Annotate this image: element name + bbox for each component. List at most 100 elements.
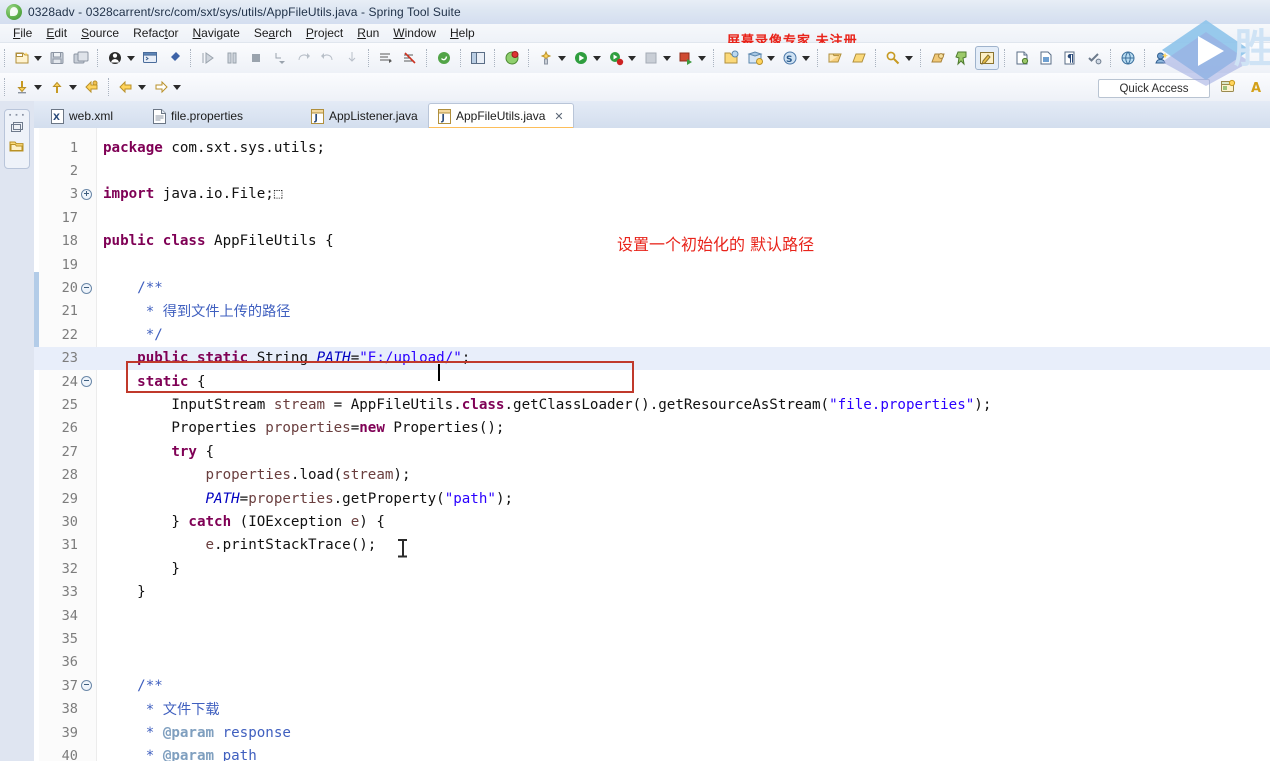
java-perspective-icon[interactable]: A — [1247, 76, 1269, 98]
open-perspective-icon[interactable] — [1217, 76, 1239, 98]
menu-refactor[interactable]: Refactor — [126, 25, 185, 41]
menu-project[interactable]: Project — [299, 25, 350, 41]
coverage-icon[interactable] — [640, 47, 662, 69]
menu-source[interactable]: Source — [74, 25, 126, 41]
dropdown-arrow-forward-icon[interactable] — [138, 84, 146, 90]
dropdown-arrow-next-edit-icon[interactable] — [69, 84, 77, 90]
dropdown-arrow-new-package-icon[interactable] — [767, 55, 775, 61]
pin-editor-icon[interactable] — [951, 47, 973, 69]
menu-help[interactable]: Help — [443, 25, 482, 41]
skip-breakpoints-icon[interactable] — [399, 47, 421, 69]
suspend-icon[interactable] — [221, 47, 243, 69]
pin-icon[interactable] — [163, 47, 185, 69]
code-line[interactable]: 29 PATH=properties.getProperty("path"); — [34, 487, 1270, 510]
drop-to-frame-icon[interactable] — [341, 47, 363, 69]
code-line[interactable]: 38 * 文件下载 — [34, 698, 1270, 721]
code-line[interactable]: 3 import java.io.File;⬚ — [34, 183, 1270, 206]
dropdown-arrow-run-icon[interactable] — [593, 55, 601, 61]
forward-icon[interactable] — [115, 76, 137, 98]
validate-icon[interactable] — [1083, 47, 1105, 69]
editor-tab-file-properties[interactable]: file.properties — [144, 104, 252, 128]
code-line[interactable]: 40 * @param path — [34, 744, 1270, 761]
spring-boot-icon[interactable] — [433, 47, 455, 69]
fold-toggle-icon[interactable] — [80, 680, 93, 692]
save-all-icon[interactable] — [70, 47, 92, 69]
code-line[interactable]: 17 — [34, 206, 1270, 229]
code-line[interactable]: 37 /** — [34, 674, 1270, 697]
code-line[interactable]: 24 static { — [34, 370, 1270, 393]
deploy-icon[interactable] — [1151, 47, 1173, 69]
code-line[interactable]: 27 try { — [34, 440, 1270, 463]
editor-tab-web-xml[interactable]: Xweb.xml — [42, 104, 122, 128]
toggle-mark-occurrences-icon[interactable] — [975, 46, 999, 70]
save-icon[interactable] — [46, 47, 68, 69]
dropdown-arrow-run-server-icon[interactable] — [698, 55, 706, 61]
terminate-icon[interactable] — [245, 47, 267, 69]
spring-bean-icon[interactable]: S — [779, 47, 801, 69]
open-type-icon[interactable] — [824, 47, 846, 69]
code-line[interactable]: 21 * 得到文件上传的路径 — [34, 300, 1270, 323]
code-line[interactable]: 32 } — [34, 557, 1270, 580]
new-wizard-icon[interactable] — [11, 47, 33, 69]
package-explorer-icon[interactable] — [7, 137, 27, 155]
run-icon[interactable] — [570, 47, 592, 69]
external-tools-icon[interactable] — [535, 47, 557, 69]
debug-icon[interactable] — [605, 47, 627, 69]
step-return-icon[interactable] — [317, 47, 339, 69]
dropdown-arrow-tomcat-server-icon[interactable] — [127, 55, 135, 61]
step-over-icon[interactable] — [293, 47, 315, 69]
code-line[interactable]: 2 — [34, 159, 1270, 182]
code-line[interactable]: 22 */ — [34, 323, 1270, 346]
toggle-panel-icon[interactable] — [467, 47, 489, 69]
menu-search[interactable]: Search — [247, 25, 299, 41]
back-icon[interactable] — [81, 76, 103, 98]
tomcat-server-icon[interactable] — [104, 47, 126, 69]
dropdown-arrow-new-wizard-icon[interactable] — [34, 55, 42, 61]
dropdown-arrow-spring-bean-icon[interactable] — [802, 55, 810, 61]
code-line[interactable]: 34 — [34, 604, 1270, 627]
paragraph-icon[interactable]: ¶ — [1059, 47, 1081, 69]
code-line[interactable]: 33 } — [34, 581, 1270, 604]
menu-file[interactable]: File — [6, 25, 39, 41]
next-edit-icon[interactable] — [46, 76, 68, 98]
editor-tab-appfileutils-java[interactable]: J AppFileUtils.java ✕ — [428, 103, 574, 129]
menu-navigate[interactable]: Navigate — [185, 25, 246, 41]
new-jsp-icon[interactable] — [1035, 47, 1057, 69]
web-browser-icon[interactable] — [1117, 47, 1139, 69]
code-line[interactable]: 23 public static String PATH="E:/upload/… — [34, 346, 1270, 370]
code-line[interactable]: 35 — [34, 627, 1270, 650]
open-resource-icon[interactable] — [848, 47, 870, 69]
console-icon[interactable] — [139, 47, 161, 69]
close-icon[interactable]: ✕ — [554, 110, 563, 123]
run-server-icon[interactable] — [675, 47, 697, 69]
code-line[interactable]: 30 } catch (IOException e) { — [34, 510, 1270, 533]
search-ref-icon[interactable] — [882, 47, 904, 69]
open-task-icon[interactable] — [927, 47, 949, 69]
menu-edit[interactable]: Edit — [39, 25, 74, 41]
next-annotation-icon[interactable] — [375, 47, 397, 69]
new-package-icon[interactable] — [744, 47, 766, 69]
forward-history-icon[interactable] — [150, 76, 172, 98]
code-line[interactable]: 25 InputStream stream = AppFileUtils.cla… — [34, 393, 1270, 416]
new-java-project-icon[interactable] — [720, 47, 742, 69]
code-line[interactable]: 36 — [34, 651, 1270, 674]
dropdown-arrow-previous-edit-icon[interactable] — [34, 84, 42, 90]
menu-run[interactable]: Run — [350, 25, 386, 41]
step-into-icon[interactable] — [269, 47, 291, 69]
fold-toggle-icon[interactable] — [80, 376, 93, 388]
code-editor[interactable]: 1 package com.sxt.sys.utils; 2 3 import java… — [34, 128, 1270, 761]
new-xml-file-icon[interactable] — [1011, 47, 1033, 69]
menu-window[interactable]: Window — [386, 25, 443, 41]
dropdown-arrow-coverage-icon[interactable] — [663, 55, 671, 61]
previous-edit-icon[interactable] — [11, 76, 33, 98]
code-line[interactable]: 31 e.printStackTrace(); — [34, 534, 1270, 557]
dropdown-arrow-search-ref-icon[interactable] — [905, 55, 913, 61]
minimized-view-stack[interactable]: ▪ ▪ ▪ — [4, 109, 30, 169]
dropdown-arrow-forward-history-icon[interactable] — [173, 84, 181, 90]
restore-icon[interactable] — [7, 119, 27, 137]
dropdown-arrow-debug-icon[interactable] — [628, 55, 636, 61]
code-line[interactable]: 39 * @param response — [34, 721, 1270, 744]
fold-toggle-icon[interactable] — [80, 282, 93, 294]
quick-access-input[interactable]: Quick Access — [1098, 79, 1210, 98]
resume-icon[interactable] — [197, 47, 219, 69]
